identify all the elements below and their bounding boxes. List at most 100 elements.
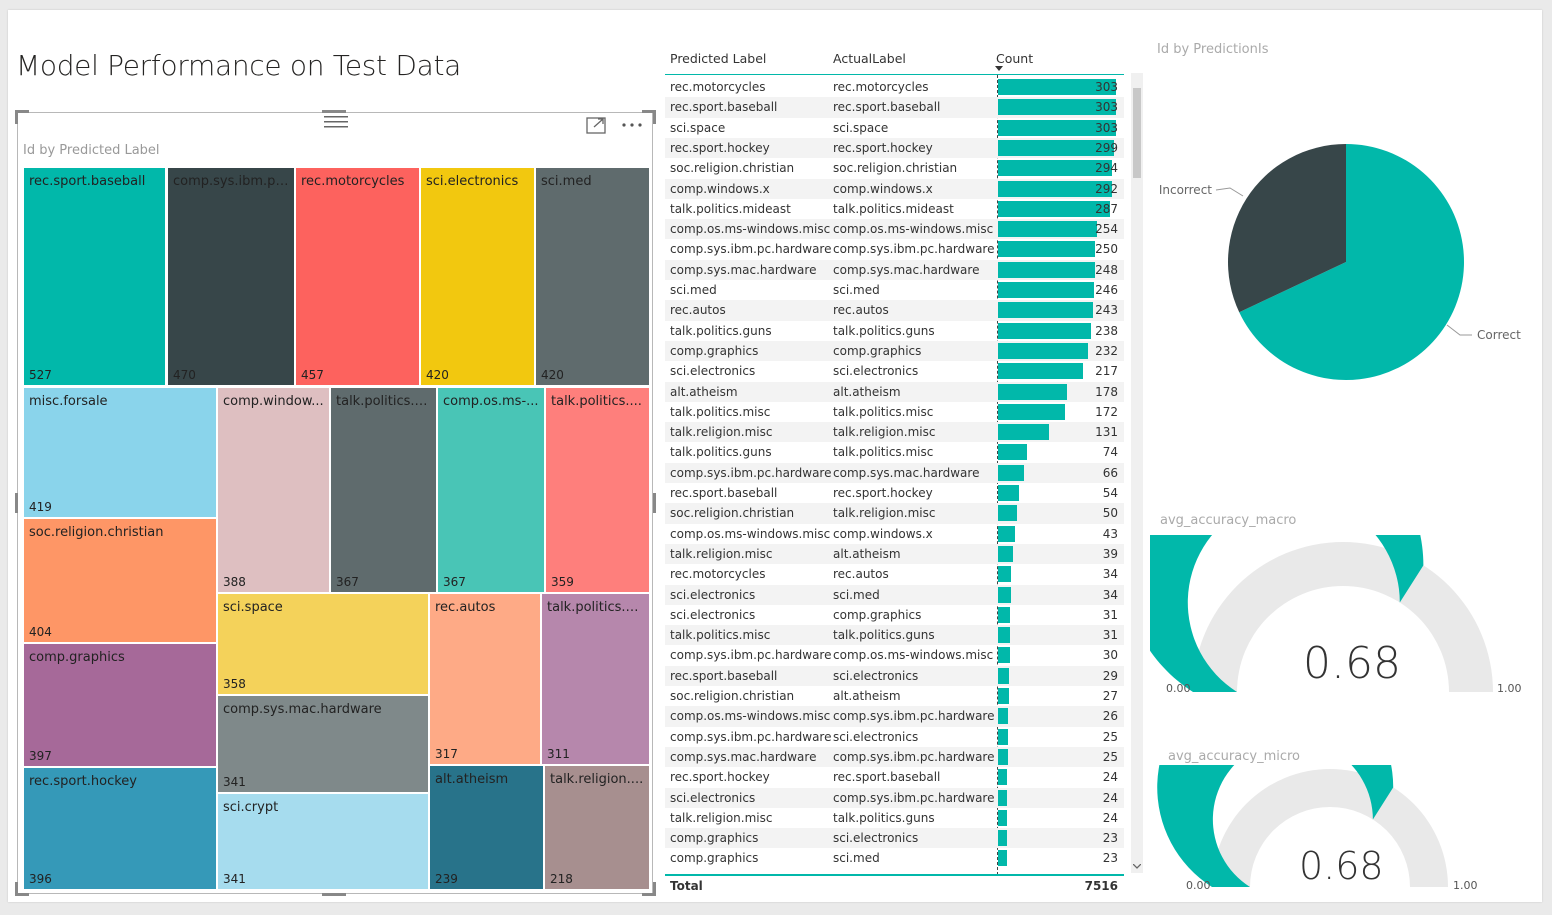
treemap-tile[interactable]: rec.sport.hockey 396	[23, 767, 217, 890]
table-row[interactable]: comp.sys.mac.hardware comp.sys.mac.hardwa…	[665, 259, 1124, 280]
cell-count: 131	[1095, 425, 1118, 440]
cell-predicted: sci.space	[670, 120, 726, 135]
treemap-tile[interactable]: comp.sys.mac.hardware 341	[217, 695, 429, 793]
table-row[interactable]: sci.electronics sci.med 34	[665, 584, 1124, 605]
table-row[interactable]: rec.sport.hockey rec.sport.hockey 299	[665, 137, 1124, 159]
resize-handle-tl-v[interactable]	[15, 110, 18, 124]
treemap-tile-value: 396	[29, 872, 52, 886]
table-row[interactable]: talk.politics.misc talk.politics.guns 31	[665, 625, 1124, 646]
cell-count: 294	[1095, 161, 1118, 176]
column-header-actual[interactable]: ActualLabel	[833, 51, 906, 66]
scroll-down-icon[interactable]	[1133, 864, 1141, 870]
cell-predicted: rec.sport.baseball	[670, 668, 778, 683]
table-row[interactable]: comp.sys.ibm.pc.hardware sci.electronics 2…	[665, 727, 1124, 747]
table-row[interactable]: soc.religion.christian soc.religion.chris…	[665, 158, 1124, 178]
cell-count: 248	[1095, 262, 1118, 277]
table-row[interactable]: alt.atheism alt.atheism 178	[665, 381, 1124, 402]
treemap-tile[interactable]: sci.med 420	[535, 167, 650, 386]
treemap-tile-value: 397	[29, 749, 52, 763]
table-row[interactable]: talk.religion.misc talk.politics.guns 24	[665, 808, 1124, 828]
table-row[interactable]: sci.electronics sci.electronics 217	[665, 361, 1124, 381]
treemap-tile[interactable]: soc.religion.christian 404	[23, 518, 217, 643]
table-row[interactable]: talk.religion.misc talk.religion.misc 131	[665, 422, 1124, 443]
treemap-tile[interactable]: rec.motorcycles 457	[295, 167, 420, 386]
resize-handle-tr-v[interactable]	[653, 110, 656, 124]
pie-slice-label: Correct	[1477, 328, 1521, 342]
column-header-count[interactable]: Count	[996, 51, 1033, 66]
treemap-tile[interactable]: rec.sport.baseball 527	[23, 167, 166, 386]
table-scrollbar[interactable]	[1131, 73, 1143, 873]
cell-predicted: sci.electronics	[670, 607, 756, 622]
resize-handle-right[interactable]	[653, 493, 656, 513]
table-row[interactable]: rec.sport.baseball sci.electronics 29	[665, 665, 1124, 686]
resize-handle-br-v[interactable]	[653, 882, 656, 896]
treemap-tile[interactable]: comp.graphics 397	[23, 643, 217, 767]
table-row[interactable]: sci.electronics comp.graphics 31	[665, 605, 1124, 625]
table-row[interactable]: comp.windows.x comp.windows.x 292	[665, 178, 1124, 199]
table-row[interactable]: talk.politics.misc talk.politics.misc 172	[665, 402, 1124, 422]
table-row[interactable]: rec.sport.baseball rec.sport.baseball 303	[665, 97, 1124, 118]
table-row[interactable]: comp.graphics sci.med 23	[665, 848, 1124, 868]
cell-actual: alt.atheism	[833, 689, 901, 703]
treemap-tile[interactable]: talk.politics.... 359	[545, 387, 650, 593]
count-databar	[998, 830, 1007, 847]
table-row[interactable]: comp.os.ms-windows.misc comp.sys.ibm.pc.h…	[665, 706, 1124, 727]
table-row[interactable]: sci.space sci.space 303	[665, 118, 1124, 138]
resize-handle-top[interactable]	[322, 110, 346, 113]
focus-mode-icon[interactable]	[586, 115, 608, 135]
treemap-tile[interactable]: comp.sys.ibm.pc... 470	[167, 167, 295, 386]
treemap-tile[interactable]: rec.autos 317	[429, 593, 541, 765]
cell-predicted: talk.politics.misc	[670, 404, 771, 419]
table-row[interactable]: soc.religion.christian alt.atheism 27	[665, 686, 1124, 706]
table-row[interactable]: comp.graphics sci.electronics 23	[665, 828, 1124, 849]
cell-predicted: comp.os.ms-windows.misc	[670, 709, 831, 724]
treemap-tile[interactable]: sci.crypt 341	[217, 793, 429, 890]
sort-down-icon[interactable]	[995, 66, 1003, 72]
table-row[interactable]: comp.os.ms-windows.misc comp.os.ms-window…	[665, 219, 1124, 240]
table-row[interactable]: comp.sys.mac.hardware comp.sys.ibm.pc.har…	[665, 746, 1124, 768]
table-scroll-thumb[interactable]	[1133, 88, 1141, 178]
resize-handle-bl-v[interactable]	[15, 882, 18, 896]
table-row[interactable]: talk.politics.mideast talk.politics.midea…	[665, 199, 1124, 219]
table-row[interactable]: comp.sys.ibm.pc.hardware comp.os.ms-windo…	[665, 645, 1124, 665]
table-row[interactable]: rec.motorcycles rec.autos 34	[665, 564, 1124, 584]
treemap-tile[interactable]: talk.religion.... 218	[544, 765, 650, 890]
pie-chart: Correct Incorrect	[1159, 144, 1521, 380]
treemap-tile[interactable]: sci.electronics 420	[420, 167, 535, 386]
treemap-tile[interactable]: talk.politics.m... 311	[541, 593, 650, 765]
treemap-tile-value: 358	[223, 677, 246, 691]
drag-handle-icon[interactable]	[324, 115, 348, 129]
pie-leader-line	[1215, 187, 1244, 197]
table-row[interactable]: sci.med sci.med 246	[665, 280, 1124, 300]
table-row[interactable]: talk.religion.misc alt.atheism 39	[665, 543, 1124, 565]
table-row[interactable]: rec.autos rec.autos 243	[665, 300, 1124, 321]
table-row[interactable]: sci.electronics comp.sys.ibm.pc.hardware 2…	[665, 787, 1124, 808]
table-row[interactable]: rec.sport.baseball rec.sport.hockey 54	[665, 483, 1124, 503]
cell-actual: talk.religion.misc	[833, 425, 936, 440]
treemap-tile[interactable]: alt.atheism 239	[429, 765, 544, 890]
table-row[interactable]: comp.sys.ibm.pc.hardware comp.sys.ibm.pc.…	[665, 239, 1124, 259]
table-row[interactable]: rec.motorcycles rec.motorcycles 303	[665, 77, 1124, 97]
count-databar	[998, 769, 1008, 786]
table-row[interactable]: comp.sys.ibm.pc.hardware comp.sys.mac.har…	[665, 462, 1124, 483]
more-options-icon[interactable]	[621, 122, 645, 128]
cell-actual: talk.politics.mideast	[833, 201, 954, 216]
table-row[interactable]: talk.politics.guns talk.politics.misc 74	[665, 442, 1124, 462]
resize-handle-bottom[interactable]	[322, 893, 346, 896]
treemap-tile-value: 419	[29, 500, 52, 514]
table-row[interactable]: comp.graphics comp.graphics 232	[665, 340, 1124, 362]
treemap-tile[interactable]: talk.politics.g... 367	[330, 387, 437, 593]
treemap-tile[interactable]: comp.window... 388	[217, 387, 330, 593]
treemap-tile[interactable]: misc.forsale 419	[23, 387, 217, 518]
table-row[interactable]: rec.sport.hockey rec.sport.baseball 24	[665, 767, 1124, 787]
treemap-tile[interactable]: comp.os.ms-... 367	[437, 387, 545, 593]
treemap-tile[interactable]: sci.space 358	[217, 593, 429, 695]
table-row[interactable]: comp.os.ms-windows.misc comp.windows.x 43	[665, 524, 1124, 544]
cell-count: 26	[1102, 709, 1118, 724]
table-row[interactable]: talk.politics.guns talk.politics.guns 238	[665, 321, 1124, 341]
resize-handle-left[interactable]	[15, 493, 18, 513]
cell-count: 25	[1102, 749, 1118, 764]
table-row[interactable]: soc.religion.christian talk.religion.misc…	[665, 503, 1124, 524]
column-header-predicted[interactable]: Predicted Label	[670, 51, 766, 66]
treemap-tile-value: 420	[541, 368, 564, 382]
